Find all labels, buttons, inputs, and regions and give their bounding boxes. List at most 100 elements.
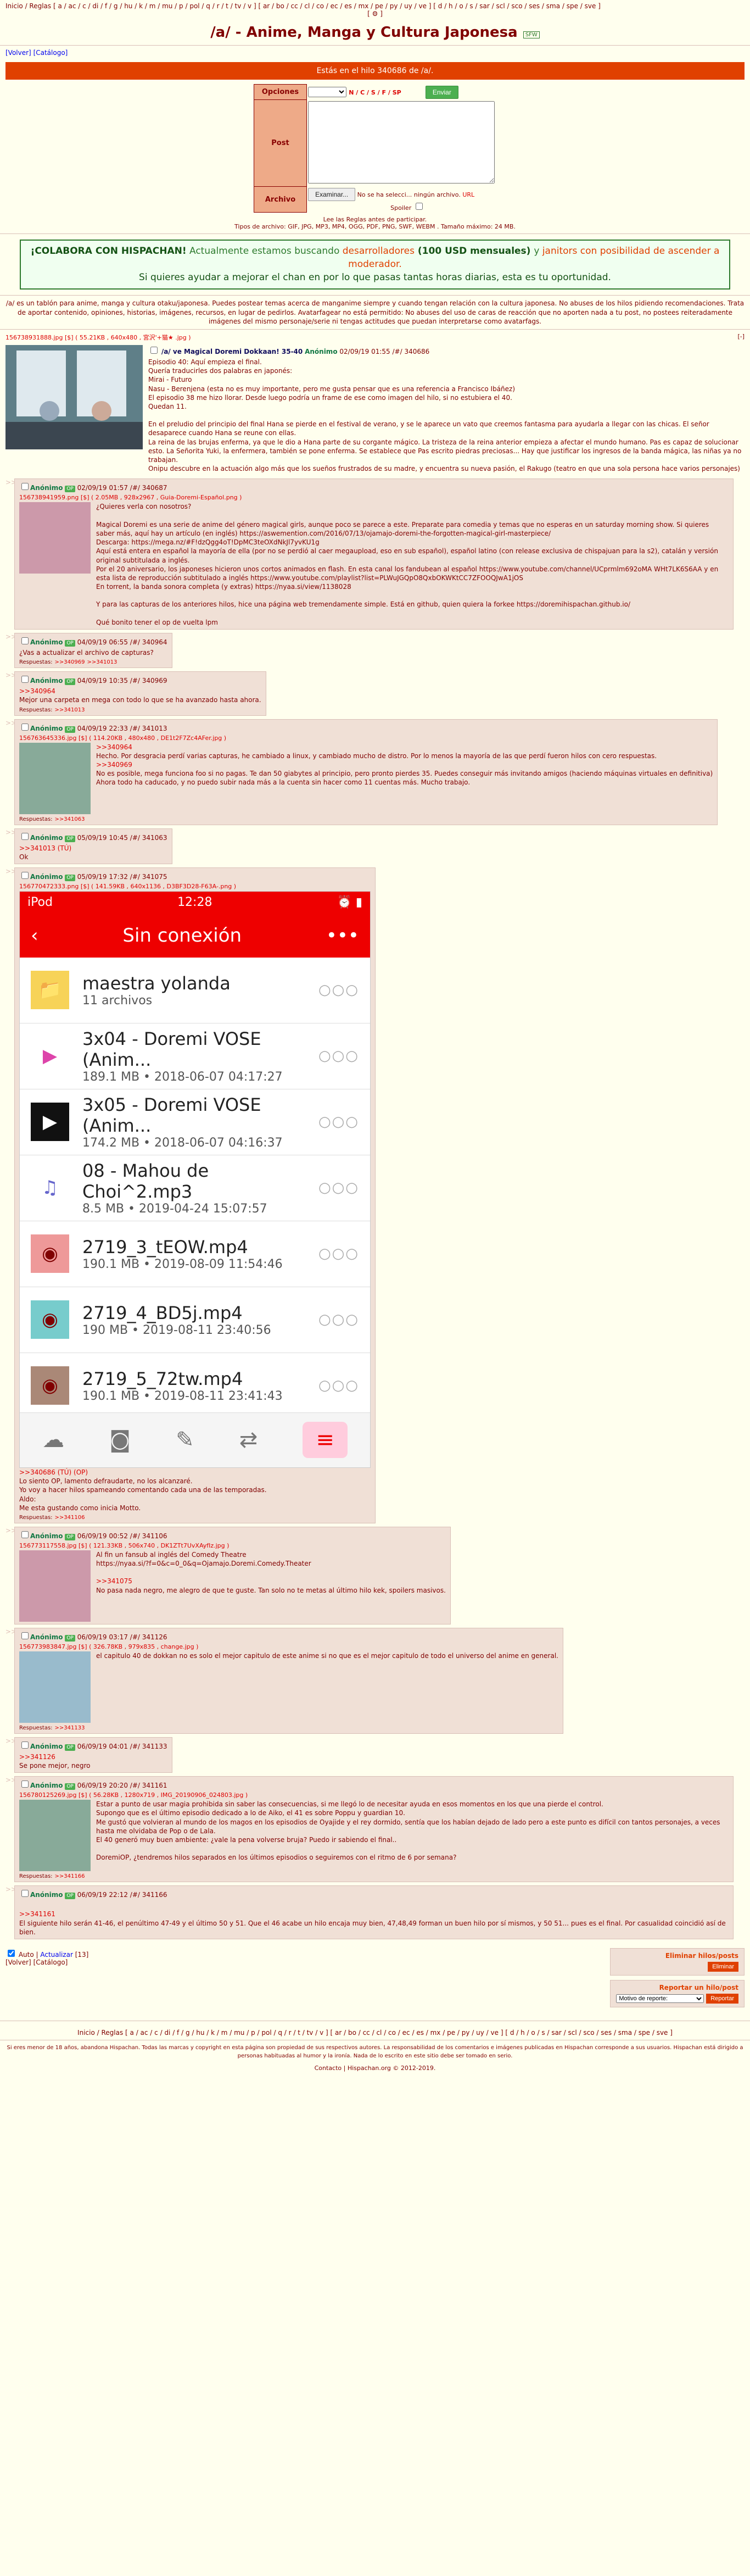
boardlist-links[interactable]: Inicio / Reglas [ a / ac / c / di / f / … [5,2,601,10]
catalog-link[interactable]: [Catálogo] [33,49,68,57]
reply-checkbox[interactable] [21,723,29,731]
reply-thumbnail[interactable] [19,742,91,814]
contact-footer[interactable]: Contacto | Hispachan.org © 2012-2019. [0,2065,750,2072]
reply-header: Anónimo OP 04/09/19 22:33 /#/ 341013 [19,722,713,733]
reply-checkbox[interactable] [21,832,29,840]
transfer-icon[interactable]: ⇄ [239,1427,258,1453]
delete-button[interactable]: Eliminar [708,1962,738,1972]
phone-file-row[interactable]: ◉ 2719_4_BD5j.mp4 190 MB • 2019-08-11 23:4… [20,1287,370,1353]
reply-number[interactable]: 340687 [142,484,167,492]
settings-gear[interactable]: [ ⚙ ] [5,10,745,18]
post-line[interactable]: >>340969 [96,760,713,769]
row-menu-icon[interactable]: ○○○ [318,1377,359,1394]
more-icon[interactable]: ••• [326,925,359,947]
reply-file-info[interactable]: 156773117558.jpg [$] ( 121.33KB , 506x74… [19,1542,446,1549]
reply-file-info[interactable]: 156770472333.png [$] ( 141.59KB , 640x11… [19,883,371,890]
reply-number[interactable]: 341063 [142,834,167,842]
post-line[interactable]: >>341161 [19,1910,729,1918]
back-link[interactable]: [Volver] [5,49,31,57]
url-link[interactable]: URL [462,191,474,198]
reply-checkbox[interactable] [21,676,29,683]
phone-file-row[interactable]: ♫ 08 - Mahou de Choi^2.mp3 8.5 MB • 2019-0… [20,1155,370,1221]
reply-number[interactable]: 341166 [142,1891,167,1899]
row-menu-icon[interactable]: ○○○ [318,982,359,998]
spoiler-checkbox[interactable] [415,202,423,210]
reply-file-info[interactable]: 156773983847.jpg [$] ( 326.78KB , 979x83… [19,1643,558,1650]
reply-checkbox[interactable] [21,637,29,645]
photo-icon[interactable]: ◙ [109,1427,131,1453]
row-menu-icon[interactable]: ○○○ [318,1179,359,1196]
backlink[interactable]: >>340969 [55,659,85,665]
op-file-link[interactable]: 156738931888.jpg [$] ( 55.21KB , 640x480… [5,334,191,341]
options-select[interactable] [308,86,347,97]
reply-number[interactable]: 341161 [142,1782,167,1789]
phone-file-row[interactable]: ◉ 2719_5_72tw.mp4 190.1 MB • 2019-08-11 23… [20,1353,370,1419]
auto-checkbox[interactable] [8,1950,15,1957]
reply-thumbnail[interactable] [19,1651,91,1723]
backlink[interactable]: >>341013 [87,659,117,665]
reply-number[interactable]: 341133 [142,1743,167,1750]
browse-button[interactable]: Examinar... [308,187,356,201]
report-button[interactable]: Reportar [706,1994,738,2004]
options-flags[interactable]: N / C / S / F / SP [349,89,401,96]
row-menu-icon[interactable]: ○○○ [318,1114,359,1130]
back-chevron-icon[interactable]: ‹ [31,925,38,947]
reply-checkbox[interactable] [21,1781,29,1788]
report-select[interactable]: Motivo de reporte: [616,1994,704,2004]
send-button[interactable]: Enviar [425,85,458,99]
op-number[interactable]: 340686 [404,348,429,355]
phone-file-row[interactable]: 📁 maestra yolanda 11 archivos ○○○ [20,958,370,1023]
cloud-icon[interactable]: ☁ [42,1427,64,1453]
menu-lines-icon[interactable]: ≡ [303,1422,348,1459]
backlink[interactable]: >>341106 [55,1515,85,1521]
reply-number[interactable]: 341106 [142,1532,167,1540]
row-menu-icon[interactable]: ○○○ [318,1048,359,1064]
backlink[interactable]: >>341166 [55,1873,85,1879]
phone-screenshot[interactable]: iPod 12:28 ⏰ ▮ ‹ Sin conexión ••• 📁 maestra yol… [19,891,371,1468]
reply-checkbox[interactable] [21,1632,29,1639]
reply-file-info[interactable]: 156738941959.png [$] ( 2.05MB , 928x2967… [19,494,729,501]
reply-number[interactable]: 341075 [142,873,167,881]
backlink[interactable]: >>341013 [55,707,85,713]
post-line[interactable]: >>341126 [19,1752,91,1761]
post-textarea[interactable] [308,101,495,183]
rules-read[interactable]: Lee las Reglas antes de participar. [0,216,750,223]
reply-file-info[interactable]: 156763645336.jpg [$] ( 114.20KB , 480x48… [19,735,713,742]
backlink[interactable]: >>341133 [55,1725,85,1731]
footer-catalog-link[interactable]: [Catálogo] [33,1959,68,1966]
reply-checkbox[interactable] [21,1890,29,1898]
phone-file-row[interactable]: ◉ 2719_3_tEOW.mp4 190.1 MB • 2019-08-09 11… [20,1221,370,1287]
update-link[interactable]: Actualizar [40,1951,73,1959]
post-line[interactable]: >>340686 (TÚ) (OP) [19,1468,371,1477]
reply-number[interactable]: 340964 [142,638,167,646]
reply-thumbnail[interactable] [19,1800,91,1872]
reply-date: 04/09/19 10:35 [77,677,128,685]
chat-icon[interactable]: ✎ [176,1427,194,1453]
post-line[interactable]: >>341075 [96,1577,446,1585]
reply-number[interactable]: 341126 [142,1633,167,1641]
footer-back-link[interactable]: [Volver] [5,1959,31,1966]
op-checkbox[interactable] [150,346,158,354]
reply-thumbnail[interactable] [19,502,91,574]
row-menu-icon[interactable]: ○○○ [318,1245,359,1262]
reply-id: /#/ [130,484,140,492]
reply-number[interactable]: 340969 [142,677,167,685]
reply-checkbox[interactable] [21,1741,29,1749]
op-collapse-icon[interactable]: [-] [737,333,745,340]
row-menu-icon[interactable]: ○○○ [318,1311,359,1328]
reply-checkbox[interactable] [21,483,29,491]
reply-checkbox[interactable] [21,871,29,879]
phone-file-row[interactable]: ▶ 3x05 - Doremi VOSE (Anim... 174.2 MB • 2… [20,1089,370,1155]
reply-file-info[interactable]: 156780125269.jpg [$] ( 56.28KB , 1280x71… [19,1791,729,1799]
bottom-boardlist[interactable]: Inicio / Reglas [ a / ac / c / di / f / … [5,2029,745,2037]
reply-checkbox[interactable] [21,1531,29,1538]
reply-number[interactable]: 341013 [142,725,167,732]
post-line[interactable]: >>340964 [19,687,261,696]
post-line[interactable]: >>341013 (TÚ) [19,844,71,853]
reply-thumbnail[interactable] [19,1550,91,1622]
collab-banner[interactable]: ¡COLABORA CON HISPACHAN! Actualmente est… [20,240,730,290]
op-thumbnail[interactable] [5,344,143,449]
post-line[interactable]: >>340964 [96,743,713,752]
phone-file-row[interactable]: ▶ 3x04 - Doremi VOSE (Anim... 189.1 MB • 2… [20,1023,370,1089]
backlink[interactable]: >>341063 [55,816,85,822]
